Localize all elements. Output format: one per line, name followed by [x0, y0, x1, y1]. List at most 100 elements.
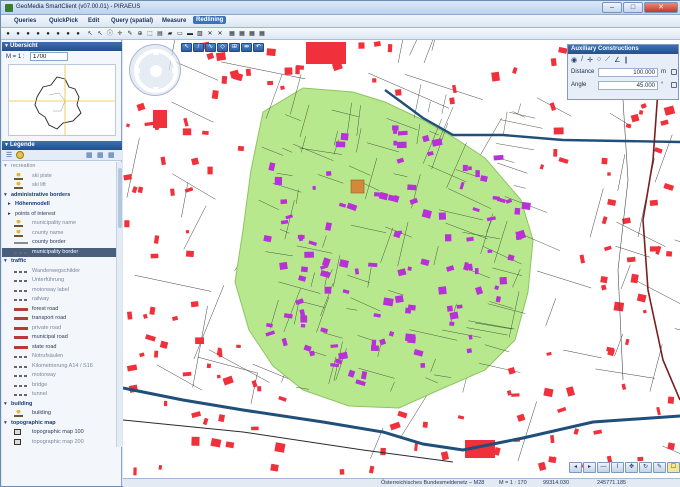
- arrow-right-icon[interactable]: ▸: [583, 462, 596, 473]
- lock-icon[interactable]: [671, 69, 677, 75]
- measure-icon[interactable]: ✎: [126, 30, 134, 38]
- zoom-out-icon[interactable]: ●: [14, 30, 22, 38]
- legend-row[interactable]: topographic map 200: [2, 438, 116, 447]
- snap-icon[interactable]: ⊞: [229, 43, 240, 52]
- menu-queries[interactable]: Queries: [11, 17, 39, 25]
- legend-row[interactable]: building: [2, 409, 116, 418]
- close-button[interactable]: ✕: [644, 2, 678, 13]
- legend-row[interactable]: ▸ Höhenmodell: [2, 200, 116, 209]
- legend-row[interactable]: transport road: [2, 314, 116, 323]
- image-icon[interactable]: ▨: [196, 30, 204, 38]
- crosshair-icon[interactable]: ✛: [116, 30, 124, 38]
- menu-query-spatial[interactable]: Query (spatial): [108, 17, 156, 25]
- legend-row[interactable]: motorway: [2, 371, 116, 380]
- legend-row[interactable]: Notrufsäulen: [2, 352, 116, 361]
- layers-icon[interactable]: ☰: [6, 151, 12, 159]
- zoom-in-icon[interactable]: ●: [4, 30, 12, 38]
- split-icon[interactable]: ⇹: [241, 43, 252, 52]
- scrollbar-thumb[interactable]: [118, 168, 122, 228]
- legend-row[interactable]: ▸ points of interest: [2, 210, 116, 219]
- map-icon[interactable]: ▦: [228, 30, 236, 38]
- menu-measure[interactable]: Measure: [159, 17, 189, 25]
- pointer-icon[interactable]: ↖: [86, 30, 94, 38]
- expand-icon[interactable]: ▸: [8, 200, 11, 209]
- expand-icon[interactable]: ▾: [4, 400, 7, 409]
- parallel-tool-icon[interactable]: ∥: [624, 56, 628, 64]
- folder-icon[interactable]: ▰: [166, 30, 174, 38]
- legend-row[interactable]: tunnel: [2, 390, 116, 399]
- layers-icon[interactable]: ▦: [238, 30, 246, 38]
- info-icon[interactable]: ⓘ: [106, 30, 114, 38]
- distance-input[interactable]: 100.000: [598, 68, 658, 77]
- draw-line-icon[interactable]: /: [193, 43, 204, 52]
- target-icon[interactable]: ⊕: [136, 30, 144, 38]
- forward-icon[interactable]: ●: [54, 30, 62, 38]
- home-icon[interactable]: ●: [64, 30, 72, 38]
- angle-input[interactable]: 45.000: [598, 81, 658, 90]
- expand-icon[interactable]: ▦: [86, 151, 93, 159]
- legend-row[interactable]: ski piste: [2, 172, 116, 181]
- expand-icon[interactable]: ▾: [4, 162, 7, 171]
- fit-icon[interactable]: ●: [74, 30, 82, 38]
- expand-icon[interactable]: ▸: [8, 210, 11, 219]
- move-icon[interactable]: ✥: [625, 462, 638, 473]
- collapse-all-icon[interactable]: ▦: [97, 151, 104, 159]
- lock-icon[interactable]: ▦: [258, 30, 266, 38]
- export-icon[interactable]: ▭: [176, 30, 184, 38]
- legend-row[interactable]: ▾ topographic map: [2, 419, 116, 428]
- legend-row[interactable]: forest road: [2, 305, 116, 314]
- menu-quickpick[interactable]: QuickPick: [46, 17, 81, 25]
- car-icon[interactable]: ▬: [186, 30, 194, 38]
- globe-icon[interactable]: [16, 151, 24, 159]
- legend-header[interactable]: ▼ Legende: [2, 141, 122, 150]
- legend-row[interactable]: ▾ administrative borders: [2, 191, 116, 200]
- legend-row[interactable]: ▾ traffic: [2, 257, 116, 266]
- region-icon[interactable]: ⬚: [146, 30, 154, 38]
- polyline-icon[interactable]: ⌇: [611, 462, 624, 473]
- overview-map[interactable]: [8, 64, 116, 136]
- legend-row[interactable]: bridge: [2, 381, 116, 390]
- circle-tool-icon[interactable]: ○: [597, 56, 601, 64]
- draw-curve-icon[interactable]: ∿: [205, 43, 216, 52]
- eye-icon[interactable]: ◉: [571, 56, 577, 64]
- overview-header[interactable]: ▼ Übersicht: [2, 42, 122, 51]
- scale-input[interactable]: [30, 52, 68, 61]
- legend-row[interactable]: topographic map 100: [2, 428, 116, 437]
- legend-row[interactable]: private road: [2, 324, 116, 333]
- lock-icon[interactable]: [671, 82, 677, 88]
- undo-icon[interactable]: ↶: [253, 43, 264, 52]
- menu-redlining[interactable]: Redlining: [193, 16, 227, 24]
- legend-row[interactable]: county border: [2, 238, 116, 247]
- print-icon[interactable]: ▤: [156, 30, 164, 38]
- legend-row[interactable]: ski lift: [2, 181, 116, 190]
- expand-icon[interactable]: ▾: [4, 191, 7, 200]
- legend-row[interactable]: railway: [2, 295, 116, 304]
- menu-edit[interactable]: Edit: [85, 17, 102, 25]
- refresh-icon[interactable]: ●: [34, 30, 42, 38]
- maximize-button[interactable]: □: [623, 2, 643, 13]
- legend-row[interactable]: municipal road: [2, 333, 116, 342]
- legend-row[interactable]: Unterführung: [2, 276, 116, 285]
- highlight-icon[interactable]: ☐: [667, 462, 680, 473]
- edit-icon[interactable]: ✎: [653, 462, 666, 473]
- expand-icon[interactable]: ▾: [4, 419, 7, 428]
- select-icon[interactable]: ↖: [96, 30, 104, 38]
- draw-polygon-icon[interactable]: ◇: [217, 43, 228, 52]
- minimize-button[interactable]: –: [602, 2, 622, 13]
- legend-row[interactable]: county name: [2, 229, 116, 238]
- point-tool-icon[interactable]: ✛: [587, 56, 593, 64]
- navigation-rose[interactable]: [129, 44, 181, 96]
- rotate-icon[interactable]: ↻: [639, 462, 652, 473]
- map-canvas[interactable]: ↖ / ∿ ◇ ⊞ ⇹ ↶ Auxiliary Constructions ◉ …: [123, 40, 680, 478]
- legend-row[interactable]: municipality border: [2, 247, 116, 257]
- grid-icon[interactable]: ▦: [248, 30, 256, 38]
- legend-row[interactable]: ▾ recreation: [2, 162, 116, 171]
- collapse-icon[interactable]: ▼: [4, 141, 9, 150]
- legend-row[interactable]: state road: [2, 343, 116, 352]
- expand-icon[interactable]: ▾: [4, 257, 7, 266]
- angle-tool-icon[interactable]: ∠: [614, 56, 620, 64]
- legend-row[interactable]: Kilometrierung A14 / S16: [2, 362, 116, 371]
- legend-row[interactable]: municipality name: [2, 219, 116, 228]
- collapse-icon[interactable]: ▼: [4, 42, 9, 51]
- legend-row[interactable]: ▾ building: [2, 400, 116, 409]
